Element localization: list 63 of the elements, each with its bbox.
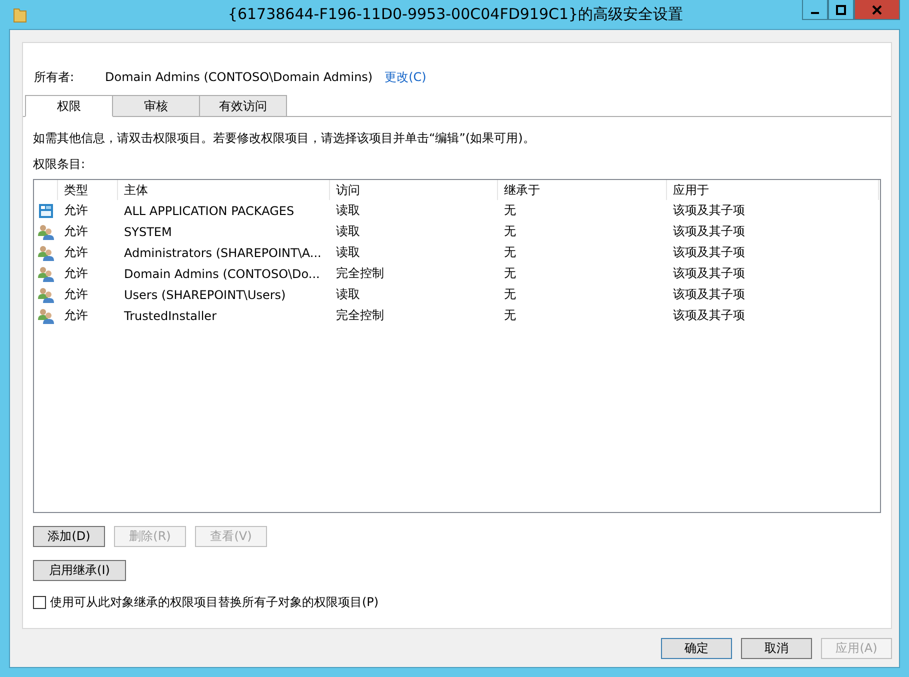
tab[interactable]: 权限 bbox=[25, 95, 113, 117]
column-header[interactable]: 应用于 bbox=[667, 180, 879, 200]
table-cell-text: 允许 bbox=[63, 244, 89, 261]
entries-label: 权限条目: bbox=[33, 156, 86, 173]
maximize-icon bbox=[836, 4, 846, 14]
table-cell-text: SYSTEM bbox=[123, 224, 173, 238]
close-icon bbox=[872, 4, 882, 14]
owner-value: Domain Admins (CONTOSO\Domain Admins) bbox=[105, 70, 373, 84]
folder-icon bbox=[13, 6, 27, 22]
column-header[interactable]: 类型 bbox=[58, 180, 118, 200]
tab[interactable]: 审核 bbox=[112, 95, 200, 117]
minimize-button[interactable] bbox=[802, 0, 828, 20]
table-cell-text: Users (SHAREPOINT\Users) bbox=[123, 288, 287, 302]
maximize-button[interactable] bbox=[828, 0, 854, 20]
table-cell-text: 完全控制 bbox=[335, 307, 385, 324]
table-cell-text: 该项及其子项 bbox=[672, 265, 746, 282]
table-cell-text: 完全控制 bbox=[335, 265, 385, 282]
table-cell-text: Administrators (SHAREPOINT\A... bbox=[123, 246, 322, 260]
table-cell-text: 无 bbox=[503, 244, 517, 261]
table-cell-text: 无 bbox=[503, 307, 517, 324]
table-cell-text: 读取 bbox=[335, 202, 361, 219]
checkbox-label: 使用可从此对象继承的权限项目替换所有子对象的权限项目(P) bbox=[50, 594, 379, 611]
dialog-button[interactable]: 取消 bbox=[741, 638, 812, 659]
column-header[interactable]: 访问 bbox=[330, 180, 498, 200]
table-cell-text: 该项及其子项 bbox=[672, 286, 746, 303]
table-cell-text: 该项及其子项 bbox=[672, 307, 746, 324]
owner-label: 所有者: bbox=[34, 68, 76, 86]
table-cell-text: 允许 bbox=[63, 223, 89, 240]
column-header[interactable]: 主体 bbox=[118, 180, 330, 200]
table-cell-text: 允许 bbox=[63, 286, 89, 303]
table-cell-text: 允许 bbox=[63, 202, 89, 219]
table-cell-text: TrustedInstaller bbox=[123, 308, 218, 322]
user-group-icon bbox=[38, 224, 54, 240]
package-icon bbox=[38, 202, 54, 218]
table-cell-text: 该项及其子项 bbox=[672, 202, 746, 219]
table-cell-text: Domain Admins (CONTOSO\Do... bbox=[123, 266, 321, 280]
table-cell-text: ALL APPLICATION PACKAGES bbox=[123, 204, 296, 218]
info-text: 如需其他信息，请双击权限项目。若要修改权限项目，请选择该项目并单击“编辑”(如果可用)。 bbox=[33, 130, 536, 147]
table-cell-text: 该项及其子项 bbox=[672, 244, 746, 261]
enable-inheritance-button[interactable]: 启用继承(I) bbox=[33, 560, 126, 581]
change-link[interactable]: 更改(C) bbox=[384, 68, 426, 86]
checkbox[interactable] bbox=[33, 596, 46, 609]
table-cell-text: 无 bbox=[503, 202, 517, 219]
table-cell-text: 无 bbox=[503, 223, 517, 240]
column-header[interactable]: 继承于 bbox=[498, 180, 667, 200]
tab[interactable]: 有效访问 bbox=[199, 95, 287, 117]
entry-button[interactable]: 添加(D) bbox=[33, 526, 105, 547]
table-cell-text: 允许 bbox=[63, 265, 89, 282]
user-group-icon bbox=[38, 286, 54, 302]
user-group-icon bbox=[38, 308, 54, 324]
dialog-button[interactable]: 确定 bbox=[661, 638, 732, 659]
user-group-icon bbox=[38, 244, 54, 260]
table-cell-text: 读取 bbox=[335, 223, 361, 240]
table-cell-text: 无 bbox=[503, 286, 517, 303]
table-cell-text: 读取 bbox=[335, 244, 361, 261]
minimize-icon bbox=[811, 12, 819, 14]
table-cell-text: 无 bbox=[503, 265, 517, 282]
table-cell-text: 读取 bbox=[335, 286, 361, 303]
window-title: {61738644-F196-11D0-9953-00C04FD919C1}的高级安全设置 bbox=[226, 5, 684, 24]
table-cell-text: 该项及其子项 bbox=[672, 223, 746, 240]
user-group-icon bbox=[38, 266, 54, 282]
table-cell-text: 允许 bbox=[63, 307, 89, 324]
close-button[interactable] bbox=[854, 0, 900, 20]
